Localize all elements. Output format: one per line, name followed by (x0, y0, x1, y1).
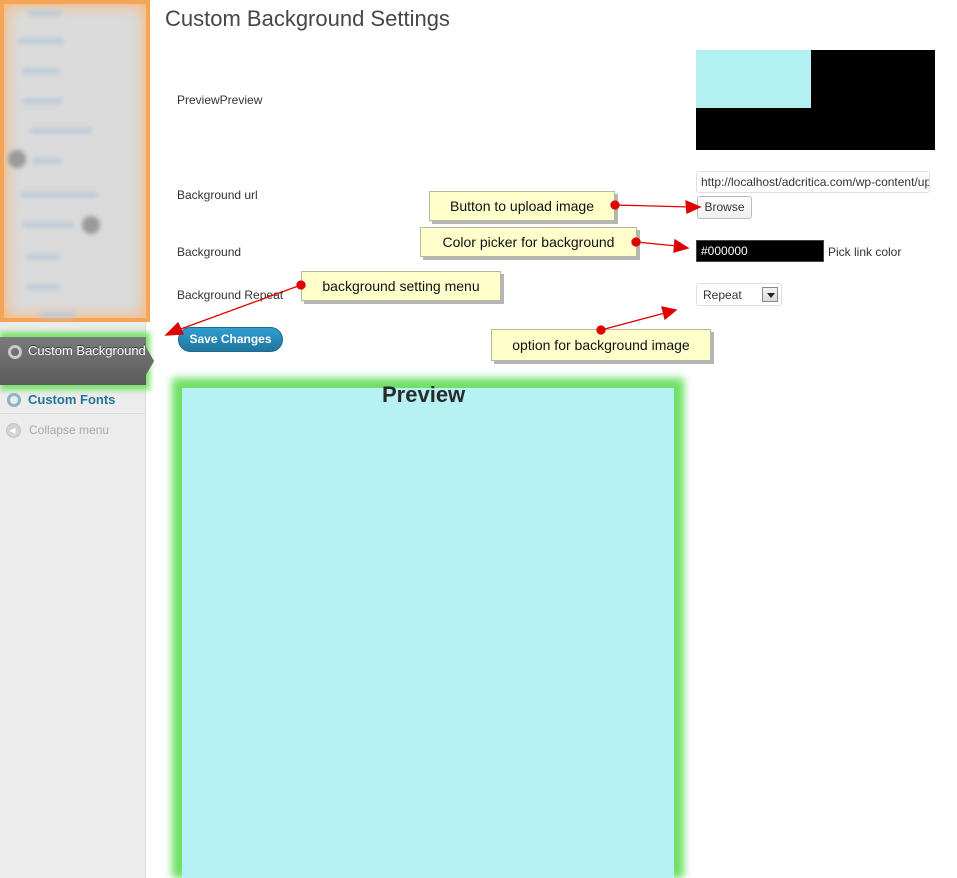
sidebar-separator (0, 413, 146, 414)
gear-icon (8, 345, 22, 359)
callout-setting-menu: background setting menu (301, 271, 501, 301)
preview-heading: Preview (382, 382, 466, 407)
save-changes-button[interactable]: Save Changes (178, 327, 283, 352)
sidebar-item-custom-background[interactable]: Custom Background (0, 332, 160, 390)
page: Custom Background Custom Fonts ◀ Collaps… (0, 0, 957, 878)
background-repeat-label: Background Repeat (177, 288, 284, 302)
browse-button[interactable]: Browse (697, 196, 752, 219)
preview-label: PreviewPreview (177, 93, 263, 107)
background-preview-swatch (696, 50, 935, 150)
callout-color-picker: Color picker for background (420, 227, 637, 257)
gear-icon (7, 393, 21, 407)
collapse-arrow-icon: ◀ (6, 423, 21, 438)
swatch-image-area (696, 50, 811, 108)
blurred-menu-area (0, 0, 150, 322)
sidebar-item-text: Custom Background (28, 343, 146, 358)
admin-sidebar: Custom Background Custom Fonts ◀ Collaps… (0, 0, 154, 878)
collapse-menu-button[interactable]: ◀ Collapse menu (0, 421, 146, 441)
background-color-input[interactable]: #000000 (696, 240, 824, 262)
arrow-head-color (673, 238, 690, 253)
page-title: Custom Background Settings (165, 6, 450, 31)
background-label: Background (177, 245, 242, 259)
select-value: Repeat (703, 288, 742, 302)
active-indicator-arrow (146, 347, 154, 375)
sidebar-item-label: Custom Background (0, 337, 146, 385)
background-repeat-select[interactable]: Repeat (696, 283, 782, 306)
callout-upload-button: Button to upload image (429, 191, 615, 221)
arrow-line-color (635, 241, 678, 247)
arrow-head-option (661, 306, 678, 321)
callout-background-option: option for background image (491, 329, 711, 361)
background-url-input[interactable]: http://localhost/adcritica.com/wp-conten… (696, 171, 930, 193)
background-url-label: Background url (177, 188, 258, 202)
collapse-menu-label: Collapse menu (29, 423, 110, 437)
arrow-line-upload (614, 204, 691, 208)
pick-link-color-link[interactable]: Pick link color (828, 245, 901, 259)
preview-box (182, 388, 674, 878)
sidebar-item-label: Custom Fonts (28, 392, 116, 407)
chevron-down-icon[interactable] (762, 287, 778, 302)
sidebar-item-custom-fonts[interactable]: Custom Fonts (0, 390, 146, 414)
arrow-line-option (600, 312, 666, 331)
